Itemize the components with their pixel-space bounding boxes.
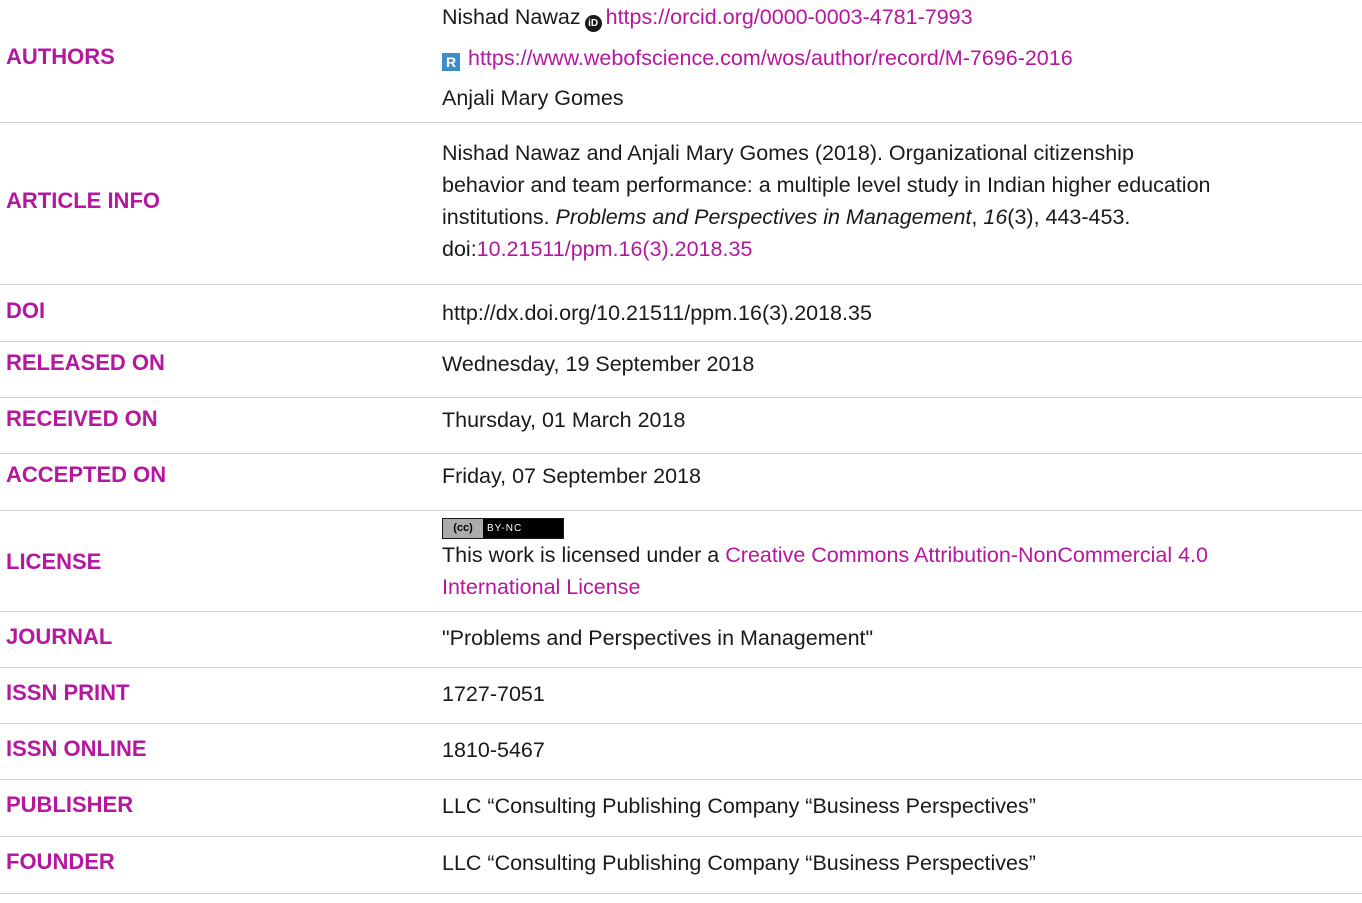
author2-name: Anjali Mary Gomes bbox=[442, 86, 624, 110]
article-info-line-4: doi:10.21511/ppm.16(3).2018.35 bbox=[442, 233, 1362, 265]
released-on-value: Wednesday, 19 September 2018 bbox=[442, 352, 755, 376]
author1-name: Nishad Nawaz bbox=[442, 5, 581, 29]
author1-wos-line: Rhttps://www.webofscience.com/wos/author… bbox=[442, 42, 1362, 74]
license-text-line-2: International License bbox=[442, 571, 1362, 603]
orcid-icon[interactable]: iD bbox=[584, 15, 602, 32]
accepted-on-label: ACCEPTED ON bbox=[6, 462, 167, 487]
license-link[interactable]: Creative Commons Attribution-NonCommerci… bbox=[725, 543, 1208, 567]
authors-value: Nishad Nawaz iD https://orcid.org/0000-000… bbox=[442, 1, 1362, 114]
article-info-doi-link[interactable]: 10.21511/ppm.16(3).2018.35 bbox=[477, 237, 753, 261]
doi-label: DOI bbox=[6, 298, 46, 323]
row-founder: FOUNDER LLC “Consulting Publishing Compa… bbox=[0, 837, 1362, 894]
row-issn-online: ISSN ONLINE 1810-5467 bbox=[0, 724, 1362, 780]
released-on-label: RELEASED ON bbox=[6, 350, 165, 375]
article-info-value: Nishad Nawaz and Anjali Mary Gomes (2018… bbox=[442, 137, 1362, 265]
article-info-line-1: Nishad Nawaz and Anjali Mary Gomes (2018… bbox=[442, 141, 1134, 165]
row-accepted-on: ACCEPTED ON Friday, 07 September 2018 bbox=[0, 454, 1362, 511]
cc-by-nc-text: BY-NC bbox=[487, 522, 523, 534]
received-on-label: RECEIVED ON bbox=[6, 406, 158, 431]
article-info-journal: Problems and Perspectives in Management bbox=[555, 205, 972, 229]
article-info-comma: , bbox=[971, 205, 984, 229]
row-issn-print: ISSN PRINT 1727-7051 bbox=[0, 668, 1362, 724]
issn-online-label: ISSN ONLINE bbox=[6, 736, 147, 761]
issn-print-value: 1727-7051 bbox=[442, 682, 545, 706]
author1-wos-link[interactable]: https://www.webofscience.com/wos/author/… bbox=[468, 46, 1073, 70]
row-license: LICENSE (cc) BY-NC This work is licensed… bbox=[0, 511, 1362, 612]
author1-orcid-link[interactable]: https://orcid.org/0000-0003-4781-7993 bbox=[606, 5, 973, 29]
license-text-line-1: This work is licensed under a Creative C… bbox=[442, 539, 1362, 571]
license-value: (cc) BY-NC This work is licensed under a… bbox=[442, 515, 1362, 603]
journal-label: JOURNAL bbox=[6, 624, 113, 649]
license-text-prefix: This work is licensed under a bbox=[442, 543, 726, 567]
founder-value: LLC “Consulting Publishing Company “Busi… bbox=[442, 851, 1036, 875]
row-released-on: RELEASED ON Wednesday, 19 September 2018 bbox=[0, 342, 1362, 398]
row-article-info: ARTICLE INFO Nishad Nawaz and Anjali Mar… bbox=[0, 123, 1362, 285]
row-authors: AUTHORS Nishad Nawaz iD https://orcid.org/… bbox=[0, 0, 1362, 123]
received-on-value: Thursday, 01 March 2018 bbox=[442, 408, 686, 432]
article-info-issue-pages: (3), 443-453. bbox=[1007, 205, 1131, 229]
row-received-on: RECEIVED ON Thursday, 01 March 2018 bbox=[0, 398, 1362, 454]
license-badge-line: (cc) BY-NC bbox=[442, 515, 1362, 539]
cc-by-nc-badge-icon[interactable]: (cc) BY-NC bbox=[442, 517, 564, 539]
article-info-line-2: behavior and team performance: a multipl… bbox=[442, 173, 1211, 197]
article-info-doi-prefix: doi: bbox=[442, 237, 477, 261]
authors-label: AUTHORS bbox=[6, 44, 115, 69]
row-publisher: PUBLISHER LLC “Consulting Publishing Com… bbox=[0, 780, 1362, 837]
author1-line: Nishad Nawaz iD https://orcid.org/0000-000… bbox=[442, 1, 1362, 33]
row-doi: DOI http://dx.doi.org/10.21511/ppm.16(3)… bbox=[0, 285, 1362, 342]
journal-value: "Problems and Perspectives in Management… bbox=[442, 626, 874, 650]
row-journal: JOURNAL "Problems and Perspectives in Ma… bbox=[0, 612, 1362, 668]
founder-label: FOUNDER bbox=[6, 849, 115, 874]
license-link-continued[interactable]: International License bbox=[442, 575, 640, 599]
researcherid-icon[interactable]: R bbox=[442, 53, 460, 71]
publisher-label: PUBLISHER bbox=[6, 792, 134, 817]
cc-logo-icon: (cc) bbox=[443, 518, 483, 538]
doi-value[interactable]: http://dx.doi.org/10.21511/ppm.16(3).201… bbox=[442, 297, 1362, 329]
article-metadata-table: AUTHORS Nishad Nawaz iD https://orcid.org/… bbox=[0, 0, 1362, 903]
article-info-line-3: institutions. Problems and Perspectives … bbox=[442, 201, 1362, 233]
publisher-value: LLC “Consulting Publishing Company “Busi… bbox=[442, 794, 1036, 818]
article-info-label: ARTICLE INFO bbox=[6, 188, 160, 213]
issn-print-label: ISSN PRINT bbox=[6, 680, 130, 705]
issn-online-value: 1810-5467 bbox=[442, 738, 545, 762]
article-info-line-3-prefix: institutions. bbox=[442, 205, 556, 229]
article-info-volume: 16 bbox=[983, 205, 1008, 229]
accepted-on-value: Friday, 07 September 2018 bbox=[442, 464, 701, 488]
license-label: LICENSE bbox=[6, 549, 102, 574]
